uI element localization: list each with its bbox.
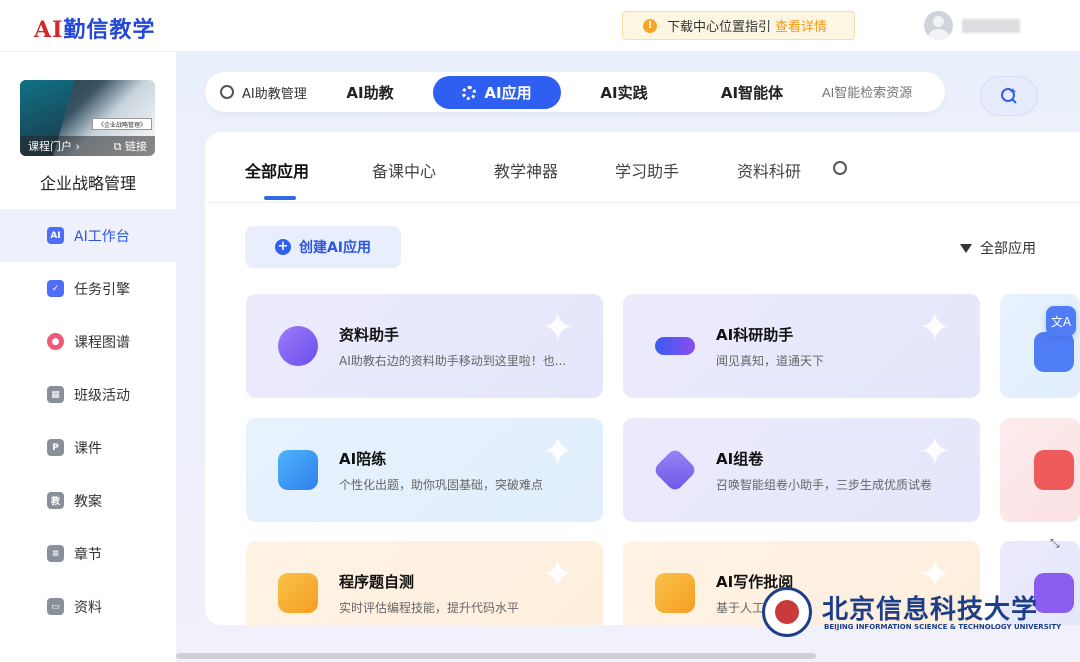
tab-ai-assistant[interactable]: AI助教	[330, 76, 410, 109]
ai-search-button[interactable]	[980, 76, 1038, 116]
app-card-materials-helper[interactable]: 资料助手 AI助教右边的资料助手移动到这里啦！也... ✦	[246, 294, 603, 398]
notice-banner: ! 下载中心位置指引 查看详情	[622, 11, 855, 40]
notice-details-link[interactable]: 查看详情	[775, 16, 827, 35]
warning-icon: !	[643, 18, 657, 33]
sidebar-item-materials[interactable]: ▭ 资料	[0, 580, 176, 633]
app-card-ai-exam[interactable]: AI组卷 召唤智能组卷小助手，三步生成优质试卷 ✦	[623, 418, 980, 522]
app-card-code-test[interactable]: 程序题自测 实时评估编程技能，提升代码水平 ✦	[246, 541, 603, 625]
sidebar: 《企业战略管理》 课程门户 › ⧉ 链接 企业战略管理 AI AI工作台 ✓ 任…	[0, 52, 176, 662]
sparkle-icon: ✦	[918, 429, 952, 475]
portal-link[interactable]: 课程门户 ›	[28, 138, 80, 154]
ai-workbench-icon: AI	[47, 227, 64, 244]
sidebar-item-course-graph[interactable]: ● 课程图谱	[0, 315, 176, 368]
chapter-icon: ≡	[47, 545, 64, 562]
chart-search-icon	[278, 326, 318, 366]
folder-icon: ▭	[47, 598, 64, 615]
research-logo-icon	[655, 337, 695, 355]
plus-icon: +	[274, 239, 291, 255]
search-icon	[1001, 88, 1017, 104]
sparkle-icon: ✦	[918, 305, 952, 351]
translate-icon[interactable]: 文A	[1046, 306, 1076, 336]
subtab-prep-center[interactable]: 备课中心	[372, 158, 436, 182]
sidebar-item-class-activity[interactable]: ▦ 班级活动	[0, 368, 176, 421]
subtab-teaching-tools[interactable]: 教学神器	[494, 158, 558, 182]
sidebar-nav: AI AI工作台 ✓ 任务引擎 ● 课程图谱 ▦ 班级活动 P 课件 教 教案 …	[0, 209, 176, 633]
sidebar-item-ai-workbench[interactable]: AI AI工作台	[0, 209, 176, 262]
copy-link-button[interactable]: ⧉ 链接	[114, 138, 147, 154]
teach-ai-icon	[1034, 450, 1074, 490]
sidebar-item-chapter[interactable]: ≡ 章节	[0, 527, 176, 580]
tab-divider	[205, 202, 1080, 203]
apps-panel: 全部应用 备课中心 教学神器 学习助手 资料科研 + 创建AI应用 全部应用 资…	[205, 132, 1080, 625]
active-tab-underline	[264, 196, 296, 200]
tab-settings-icon[interactable]	[833, 161, 847, 175]
code-check-icon	[278, 573, 318, 613]
cover-bar: 课程门户 › ⧉ 链接	[20, 136, 155, 156]
task-icon: ✓	[47, 280, 64, 297]
grid-icon: ▦	[47, 386, 64, 403]
book-user-icon	[278, 450, 318, 490]
app-logo[interactable]: AI勤信教学	[34, 12, 155, 44]
sidebar-item-courseware[interactable]: P 课件	[0, 421, 176, 474]
doc-check-icon	[655, 573, 695, 613]
tab-ai-practice[interactable]: AI实践	[584, 76, 664, 109]
top-bar: AI勤信教学 ! 下载中心位置指引 查看详情	[0, 0, 1080, 52]
sparkle-icon: ✦	[541, 305, 575, 351]
flower-icon	[462, 85, 477, 100]
courseware-icon: P	[47, 439, 64, 456]
notice-text: 下载中心位置指引	[667, 20, 772, 35]
layers-icon	[652, 447, 698, 493]
lesson-plan-icon: 教	[47, 492, 64, 509]
course-name: 企业战略管理	[39, 174, 136, 193]
subtab-research[interactable]: 资料科研	[737, 158, 801, 182]
ai-edit-icon	[1034, 332, 1074, 372]
filter-dropdown[interactable]: 全部应用	[960, 238, 1036, 258]
sparkle-icon: ✦	[541, 552, 575, 598]
app-card-ai-practice[interactable]: AI陪练 个性化出题，助你巩固基础，突破难点 ✦	[246, 418, 603, 522]
search-input[interactable]	[822, 80, 972, 104]
subtab-all-apps[interactable]: 全部应用	[245, 158, 309, 182]
university-watermark: 北京信息科技大学 BEIJING INFORMATION SCIENCE & T…	[762, 583, 1061, 639]
app-card-partial-2[interactable]	[1000, 418, 1080, 522]
university-seal	[762, 587, 812, 637]
tab-ai-apps[interactable]: AI应用	[433, 76, 561, 109]
sparkle-icon: ✦	[541, 429, 575, 475]
collapse-icon[interactable]: ⤡	[1050, 536, 1070, 556]
create-ai-app-button[interactable]: + 创建AI应用	[245, 226, 401, 268]
sidebar-item-lesson-plan[interactable]: 教 教案	[0, 474, 176, 527]
tab-ai-agent[interactable]: AI智能体	[706, 76, 798, 109]
ai-assistant-manage-button[interactable]: AI助教管理	[220, 80, 307, 104]
gear-icon	[220, 85, 234, 99]
user-name-blurred[interactable]	[962, 19, 1020, 33]
sidebar-item-task-engine[interactable]: ✓ 任务引擎	[0, 262, 176, 315]
avatar[interactable]	[924, 11, 953, 40]
cover-title: 《企业战略管理》	[92, 118, 152, 130]
app-card-research-helper[interactable]: AI科研助手 闻见真知，道通天下 ✦	[623, 294, 980, 398]
subtab-study-helper[interactable]: 学习助手	[615, 158, 679, 182]
horizontal-scrollbar[interactable]	[176, 653, 816, 659]
filter-icon	[960, 243, 972, 253]
graph-icon: ●	[47, 333, 64, 350]
course-cover[interactable]: 《企业战略管理》 课程门户 › ⧉ 链接	[20, 80, 155, 156]
